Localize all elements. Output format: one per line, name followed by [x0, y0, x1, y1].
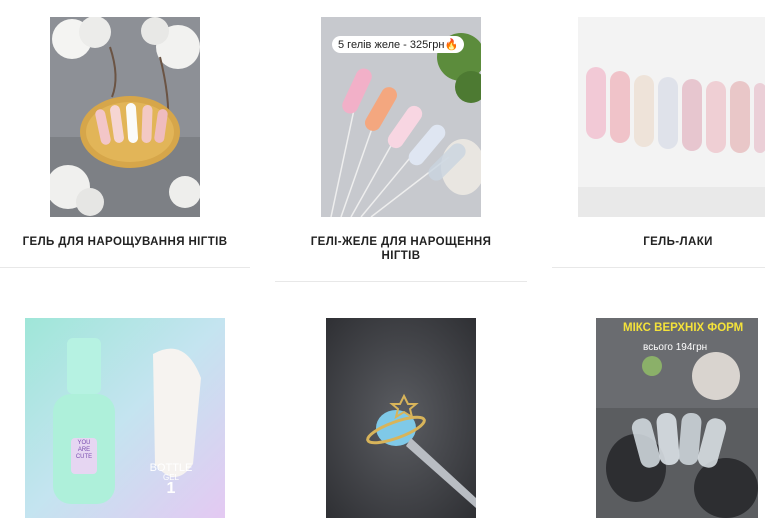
nail-gel-photo-icon: [50, 17, 200, 217]
overlay-title: МІКС ВЕРХНІХ ФОРМ: [623, 322, 744, 334]
overlay-price: всього 194грн: [643, 342, 708, 353]
category-card-extension-gel[interactable]: ГЕЛЬ ДЛЯ НАРОЩУВАННЯ НІГТІВ: [0, 0, 250, 270]
category-image[interactable]: МІКС ВЕРХНІХ ФОРМ всього 194грн: [596, 318, 758, 518]
category-image[interactable]: 5 гелів желе - 325грн🔥: [321, 17, 481, 217]
category-image[interactable]: [50, 17, 200, 217]
category-image[interactable]: YOU ARE CUTE BOTTLE GEL 1: [25, 318, 225, 518]
category-card-jelly-gel[interactable]: 5 гелів желе - 325грн🔥 ГЕЛІ-ЖЕЛЕ ДЛЯ НАР…: [275, 0, 527, 285]
category-title[interactable]: ГЕЛЬ-ЛАКИ: [552, 235, 765, 249]
bottle-number: 1: [166, 480, 176, 497]
category-title[interactable]: ГЕЛЬ ДЛЯ НАРОЩУВАННЯ НІГТІВ: [0, 235, 250, 249]
category-card-bottle-gel[interactable]: YOU ARE CUTE BOTTLE GEL 1: [0, 300, 250, 520]
planet-charm-photo-icon: [326, 318, 476, 518]
gel-polish-swatches-icon: [578, 17, 765, 217]
divider: [552, 267, 765, 268]
category-image[interactable]: [578, 17, 765, 217]
price-badge: 5 гелів желе - 325грн🔥: [332, 36, 465, 53]
brand-label: YOU ARE CUTE: [75, 440, 93, 460]
divider: [275, 281, 527, 282]
category-title[interactable]: ГЕЛІ-ЖЕЛЕ ДЛЯ НАРОЩЕННЯ НІГТІВ: [301, 235, 501, 263]
divider: [0, 267, 250, 268]
category-card-nail-decor[interactable]: [275, 300, 527, 520]
category-card-nail-forms[interactable]: МІКС ВЕРХНІХ ФОРМ всього 194грн: [552, 300, 765, 520]
category-card-gel-polish[interactable]: ГЕЛЬ-ЛАКИ: [552, 0, 765, 270]
category-image[interactable]: [326, 318, 476, 518]
